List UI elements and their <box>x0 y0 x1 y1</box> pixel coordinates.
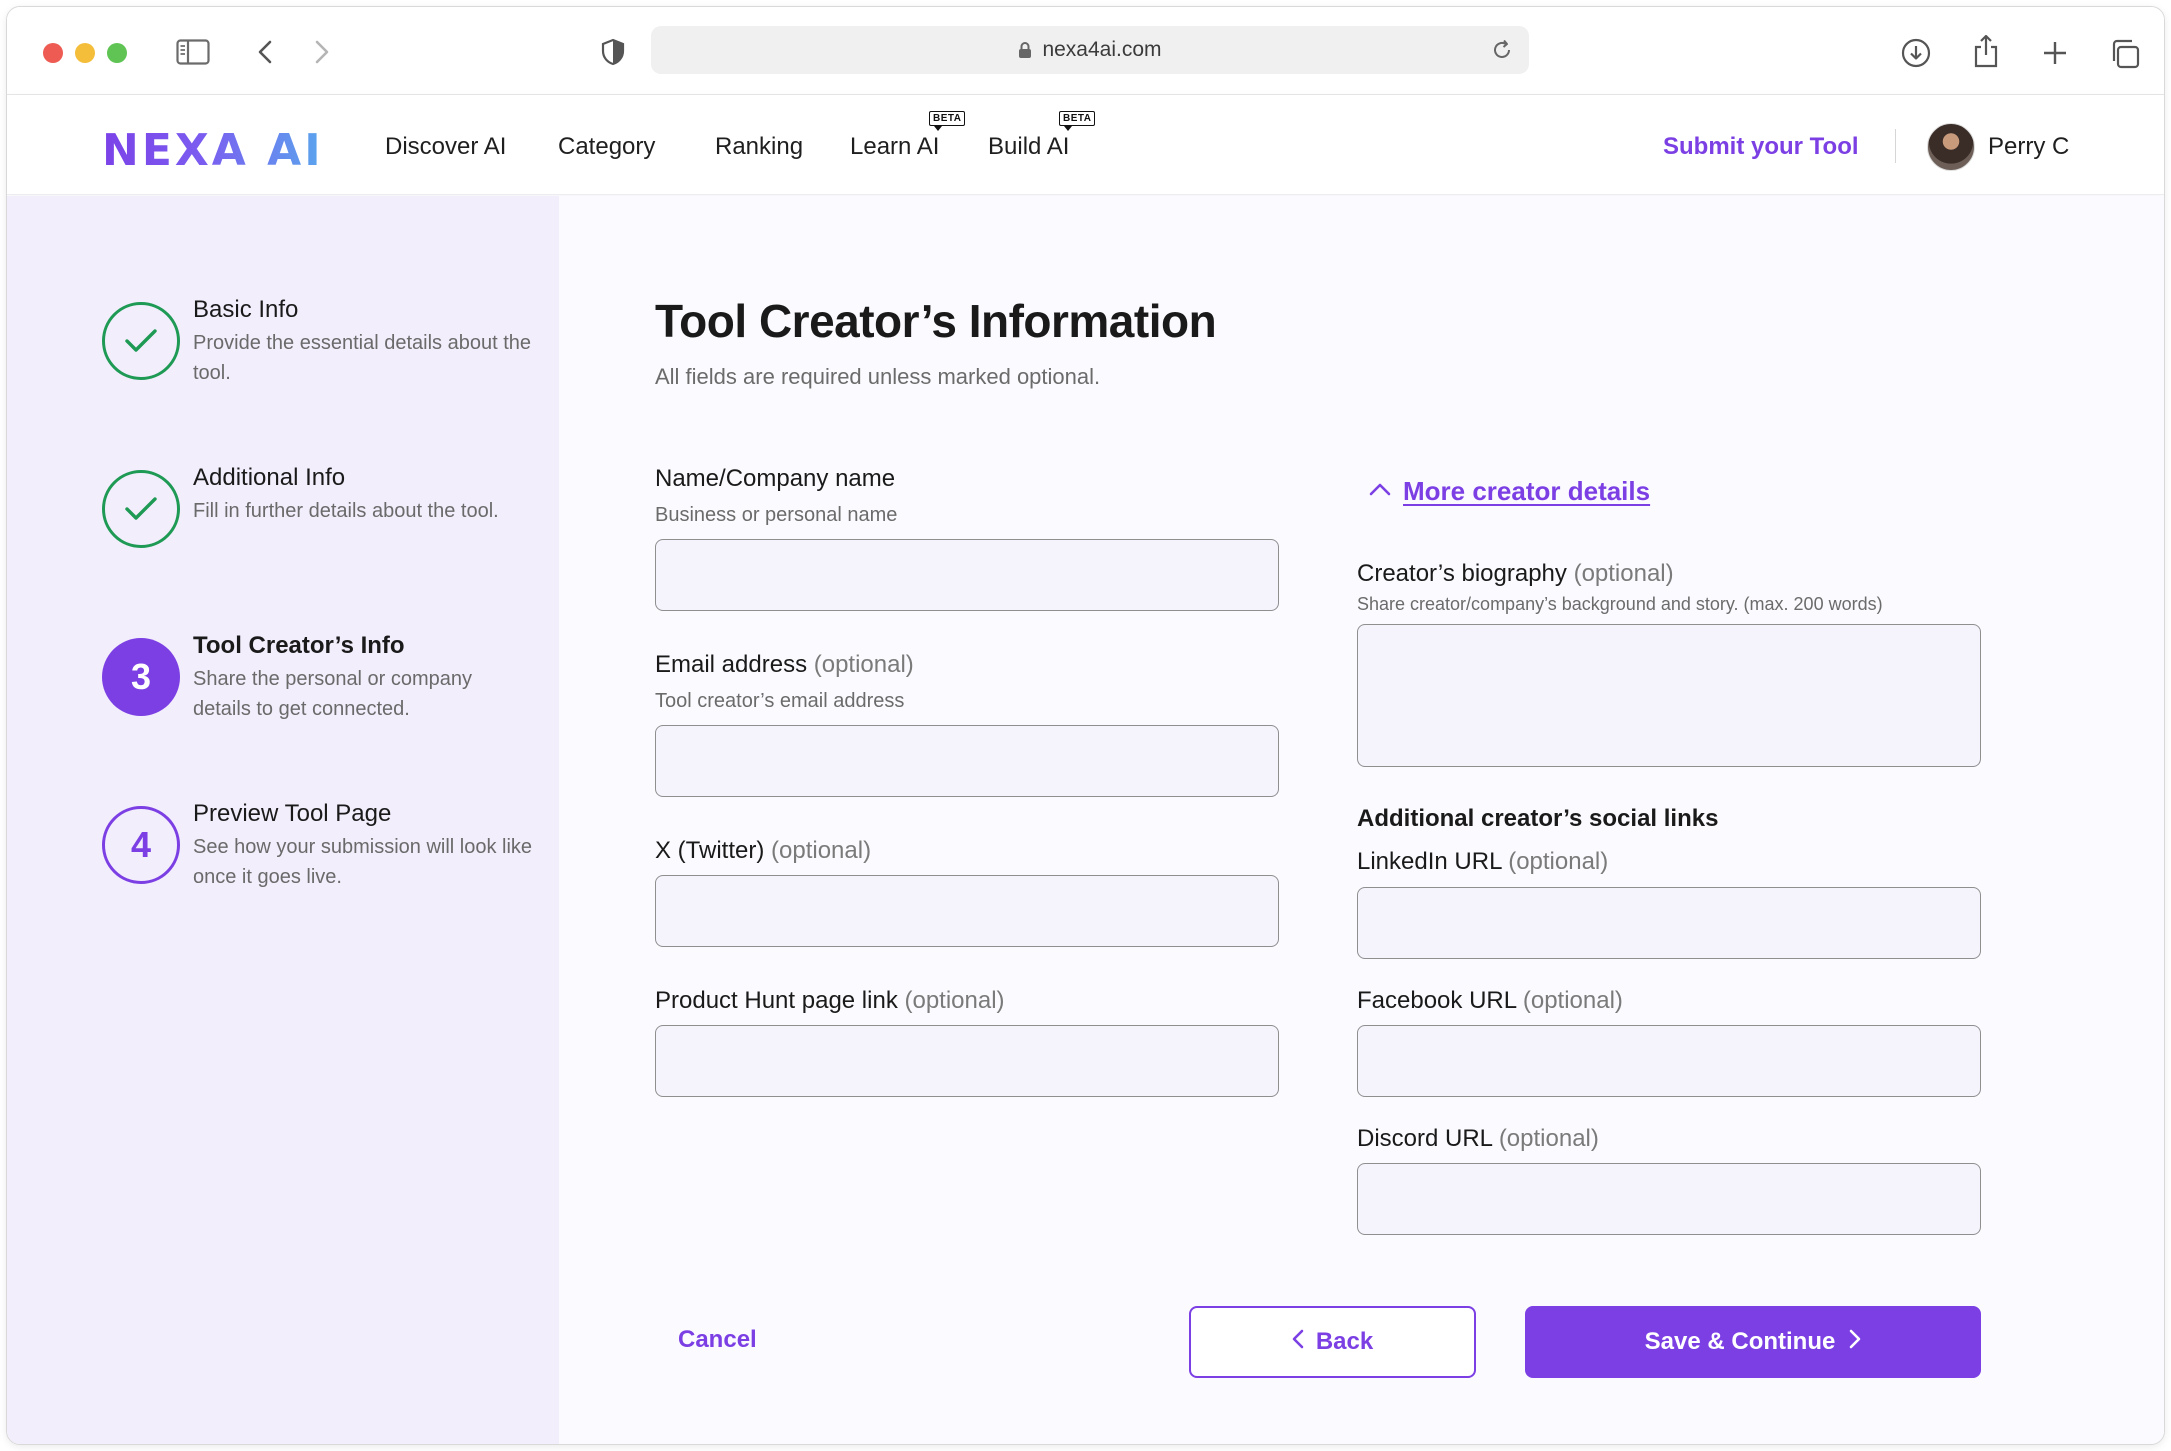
browser-window: nexa4ai.com NEXA AI Discover AI Category… <box>6 6 2165 1445</box>
social-links-heading: Additional creator’s social links <box>1357 805 1719 832</box>
step-complete-check-icon <box>102 470 180 548</box>
form-panel: Tool Creator’s Information All fields ar… <box>559 196 2164 1444</box>
step-description: Fill in further details about the tool. <box>193 500 499 522</box>
step-title: Additional Info <box>193 464 346 491</box>
name-help: Business or personal name <box>655 504 898 526</box>
nav-discover-ai[interactable]: Discover AI <box>385 133 506 161</box>
chevron-up-icon <box>1369 482 1391 501</box>
back-arrow-icon[interactable] <box>253 37 277 67</box>
close-window-button[interactable] <box>43 43 63 63</box>
zoom-window-button[interactable] <box>107 43 127 63</box>
cancel-button[interactable]: Cancel <box>678 1326 757 1354</box>
nav-divider <box>1895 129 1896 163</box>
step-description: Share the personal or company details to… <box>193 668 473 720</box>
producthunt-input[interactable] <box>655 1025 1279 1097</box>
biography-help: Share creator/company’s background and s… <box>1357 594 1883 614</box>
discord-input[interactable] <box>1357 1163 1981 1235</box>
url-text: nexa4ai.com <box>1042 38 1162 61</box>
browser-toolbar: nexa4ai.com <box>7 7 2164 95</box>
beta-badge-learn: BETA <box>929 111 966 131</box>
step-number-badge: 4 <box>102 806 180 884</box>
name-input[interactable] <box>655 539 1279 611</box>
page-title: Tool Creator’s Information <box>655 295 1217 347</box>
nav-learn-ai[interactable]: Learn AI <box>850 133 939 161</box>
linkedin-input[interactable] <box>1357 887 1981 959</box>
biography-label: Creator’s biography (optional) <box>1357 560 1674 587</box>
name-label: Name/Company name <box>655 465 896 492</box>
twitter-label: X (Twitter) (optional) <box>655 837 872 864</box>
discord-label: Discord URL (optional) <box>1357 1125 1599 1152</box>
more-creator-details-toggle[interactable]: More creator details <box>1369 476 1650 507</box>
linkedin-label: LinkedIn URL (optional) <box>1357 848 1609 875</box>
save-button-label: Save & Continue <box>1644 1328 1836 1355</box>
email-label: Email address (optional) <box>655 651 914 678</box>
step-title: Basic Info <box>193 296 299 323</box>
site-header: NEXA AI Discover AI Category Ranking Lea… <box>7 95 2164 195</box>
facebook-input[interactable] <box>1357 1025 1981 1097</box>
submit-tool-link[interactable]: Submit your Tool <box>1663 133 1859 161</box>
step-number-badge: 3 <box>102 638 180 716</box>
nexa-ai-logo[interactable]: NEXA AI <box>102 125 324 176</box>
nav-ranking[interactable]: Ranking <box>715 133 803 161</box>
save-continue-button[interactable]: Save & Continue <box>1525 1306 1981 1378</box>
user-avatar[interactable] <box>1927 123 1975 171</box>
step-description: Provide the essential details about the … <box>193 332 531 384</box>
back-button-label: Back <box>1315 1328 1374 1355</box>
more-creator-details-label: More creator details <box>1403 476 1651 506</box>
sidebar-toggle-icon[interactable] <box>175 37 211 67</box>
minimize-window-button[interactable] <box>75 43 95 63</box>
back-button[interactable]: Back <box>1189 1306 1476 1378</box>
biography-textarea[interactable] <box>1357 624 1981 767</box>
lock-icon <box>1018 41 1032 59</box>
privacy-shield-icon[interactable] <box>599 37 627 67</box>
email-help: Tool creator’s email address <box>655 690 905 712</box>
tab-overview-icon[interactable] <box>2109 38 2141 70</box>
new-tab-plus-icon[interactable] <box>2041 39 2069 67</box>
downloads-icon[interactable] <box>1900 37 1932 69</box>
chevron-right-icon <box>1849 1328 1861 1356</box>
step-title: Preview Tool Page <box>193 800 392 827</box>
step-complete-check-icon <box>102 302 180 380</box>
facebook-label: Facebook URL (optional) <box>1357 987 1623 1014</box>
page-subtitle: All fields are required unless marked op… <box>655 364 1101 389</box>
step-title: Tool Creator’s Info <box>193 632 405 659</box>
user-name[interactable]: Perry C <box>1988 133 2069 161</box>
chevron-left-icon <box>1292 1328 1304 1356</box>
forward-arrow-icon[interactable] <box>310 37 334 67</box>
nav-category[interactable]: Category <box>558 133 655 161</box>
producthunt-label: Product Hunt page link (optional) <box>655 987 1005 1014</box>
share-icon[interactable] <box>1971 33 2001 69</box>
reload-icon[interactable] <box>1491 39 1513 61</box>
nav-build-ai[interactable]: Build AI <box>988 133 1069 161</box>
step-description: See how your submission will look like o… <box>193 836 533 888</box>
progress-sidebar: Basic Info Provide the essential details… <box>7 196 559 1444</box>
address-bar[interactable]: nexa4ai.com <box>651 26 1529 74</box>
beta-badge-build: BETA <box>1059 111 1096 131</box>
email-input[interactable] <box>655 725 1279 797</box>
twitter-input[interactable] <box>655 875 1279 947</box>
